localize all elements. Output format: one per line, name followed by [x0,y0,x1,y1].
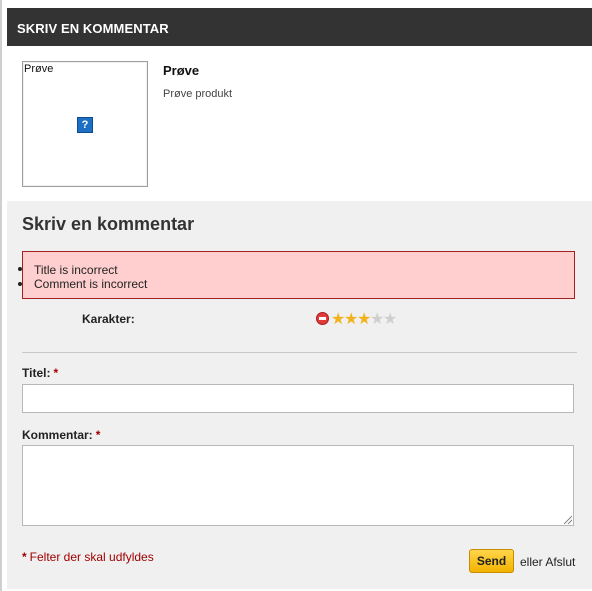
required-fields-note: * Felter der skal udfyldes [22,550,154,564]
resize-handle-icon[interactable] [564,516,572,524]
header-bar: SKRIV EN KOMMENTAR [7,8,592,46]
minus-circle-icon[interactable] [316,312,329,325]
error-message-box: Title is incorrect Comment is incorrect [22,251,575,299]
product-name: Prøve [163,63,200,78]
comment-label: Kommentar: * [22,428,100,442]
window-edge [0,0,2,591]
rating-stars: ★★★★★ [331,309,397,329]
error-item: Title is incorrect [34,263,118,277]
broken-image-icon: ? [77,117,93,133]
product-image-alt: Prøve [24,63,54,75]
send-button[interactable]: Send [469,549,514,573]
required-asterisk: * [53,366,59,380]
required-note-text: Felter der skal udfyldes [29,550,154,564]
header-title: SKRIV EN KOMMENTAR [17,21,169,36]
title-label-text: Titel: [22,366,51,380]
rating-label: Karakter: [82,312,135,326]
star-icon[interactable]: ★ [331,309,345,329]
product-image: Prøve ? [22,61,148,187]
divider [22,352,577,353]
title-input[interactable] [22,384,574,413]
required-asterisk: * [95,428,101,442]
comment-textarea[interactable] [22,445,574,526]
required-asterisk: * [22,550,27,564]
product-description: Prøve produkt [163,88,233,100]
star-icon[interactable]: ★ [344,309,358,329]
comment-label-text: Kommentar: [22,428,93,442]
title-label: Titel: * [22,366,58,380]
error-item: Comment is incorrect [34,277,148,291]
cancel-link[interactable]: eller Afslut [520,555,575,569]
star-icon[interactable]: ★ [357,309,371,329]
star-icon[interactable]: ★ [383,309,397,329]
star-icon[interactable]: ★ [370,309,384,329]
form-title: Skriv en kommentar [22,214,195,234]
